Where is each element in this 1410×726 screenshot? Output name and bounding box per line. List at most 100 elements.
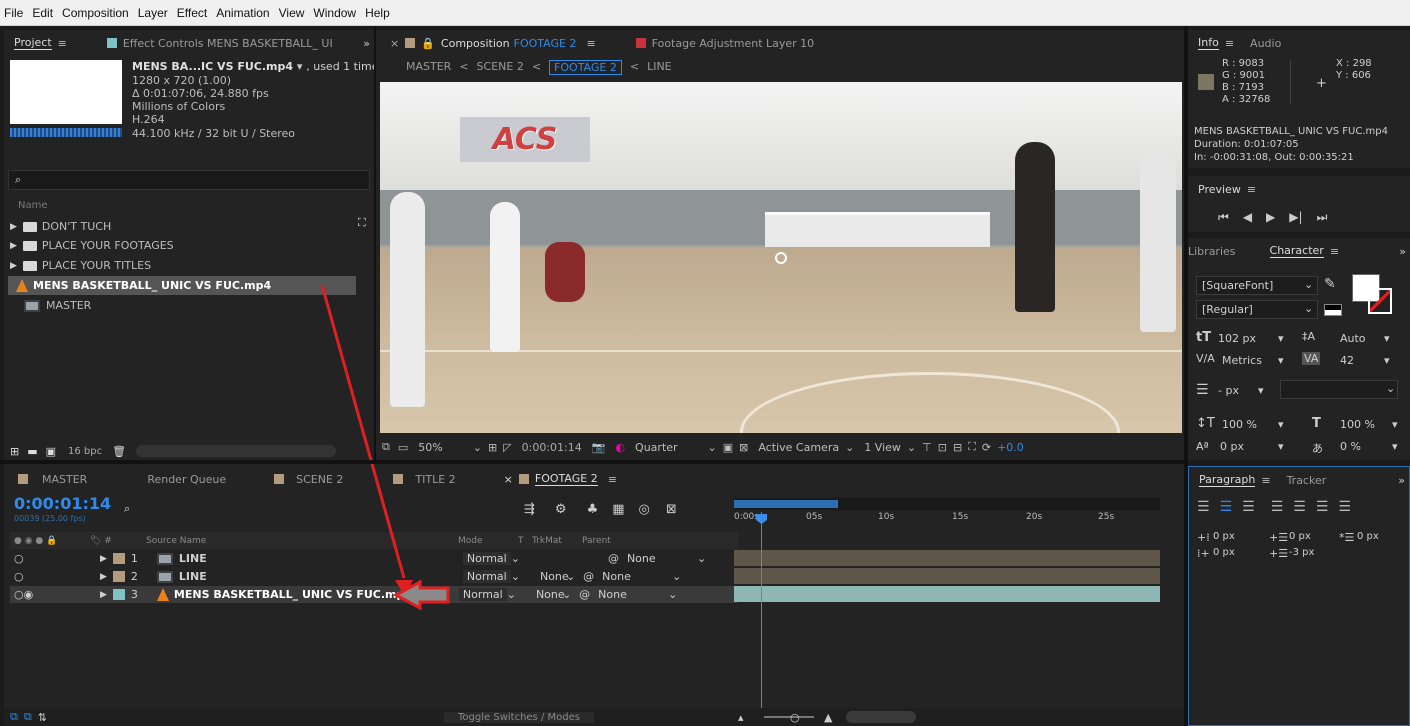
tab-render-queue[interactable]: Render Queue	[147, 473, 226, 486]
tracking-value[interactable]: 42	[1340, 354, 1354, 367]
layer-row-1[interactable]: ○ ▶ 1 LINE Normal ⌄ @ None ⌄	[10, 550, 738, 567]
work-area-range[interactable]	[734, 500, 838, 508]
default-colors-icon[interactable]	[1324, 304, 1342, 316]
panel-menu-icon[interactable]: ≡	[1247, 183, 1256, 196]
expand-arrow-icon[interactable]: ▶	[10, 222, 17, 232]
font-size-dropdown-icon[interactable]: ▾	[1278, 332, 1284, 345]
layer-bar-2[interactable]	[734, 568, 1160, 584]
menu-help[interactable]: Help	[365, 6, 390, 20]
parent-select[interactable]: None	[598, 588, 668, 601]
tab-character[interactable]: Character ≡	[1269, 244, 1339, 258]
reset-exposure-icon[interactable]: ⟳	[982, 441, 991, 454]
horizontal-scale-dropdown-icon[interactable]: ▾	[1392, 418, 1398, 431]
visibility-eye-icon[interactable]: ○	[14, 570, 90, 583]
layer-label-color[interactable]	[112, 553, 125, 564]
view-dropdown-icon[interactable]: ⌄	[907, 441, 916, 454]
fast-preview-icon[interactable]: ⊡	[938, 441, 947, 454]
parent-select[interactable]: None	[627, 552, 697, 565]
leading-dropdown-icon[interactable]: ▾	[1384, 332, 1390, 345]
viewer-timecode[interactable]: 0:00:01:14	[522, 441, 582, 454]
panel-overflow-icon[interactable]: »	[1398, 474, 1405, 487]
pickwhip-icon[interactable]: @	[583, 570, 594, 583]
kerning-value[interactable]: Metrics	[1222, 354, 1262, 367]
resolution-dropdown-icon[interactable]: ⌄	[708, 441, 717, 454]
font-size-value[interactable]: 102 px	[1218, 332, 1256, 345]
stroke-width-dropdown-icon[interactable]: ▾	[1258, 384, 1264, 397]
tab-title2[interactable]: TITLE 2	[393, 473, 456, 486]
vertical-scale-dropdown-icon[interactable]: ▾	[1278, 418, 1284, 431]
tab-libraries[interactable]: Libraries	[1188, 245, 1236, 258]
panel-overflow-icon[interactable]: »	[1399, 245, 1406, 258]
tab-paragraph[interactable]: Paragraph ≡	[1199, 473, 1271, 487]
menu-layer[interactable]: Layer	[138, 6, 168, 20]
align-right-icon[interactable]: ☰	[1242, 499, 1255, 515]
parent-dropdown-icon[interactable]: ⌄	[672, 570, 681, 583]
graph-editor-icon[interactable]: ⊠	[666, 502, 677, 517]
motion-blur-icon[interactable]: ◎	[639, 502, 650, 517]
parent-select[interactable]: None	[602, 570, 672, 583]
timeline-icon[interactable]: ⊟	[953, 441, 962, 454]
zoom-select[interactable]: 50%	[418, 441, 442, 454]
justify-center-icon[interactable]: ☰	[1293, 499, 1306, 515]
new-comp-icon[interactable]: ▣	[46, 445, 56, 458]
mode-dropdown-icon[interactable]: ⌄	[507, 588, 516, 601]
mode-dropdown-icon[interactable]: ⌄	[511, 552, 520, 565]
work-area-bar[interactable]	[734, 498, 1160, 510]
expand-arrow-icon[interactable]: ▶	[10, 241, 17, 251]
tab-master[interactable]: MASTER	[18, 473, 87, 486]
grid-icon[interactable]: ⊞	[488, 441, 497, 454]
menu-composition[interactable]: Composition	[62, 6, 129, 20]
menu-effect[interactable]: Effect	[177, 6, 207, 20]
tab-tracker[interactable]: Tracker	[1287, 474, 1327, 487]
interpret-footage-icon[interactable]: ⊞	[10, 445, 19, 458]
space-before-value[interactable]: 0 px	[1289, 531, 1311, 542]
toggle-inout-icon[interactable]: ⇅	[38, 711, 47, 724]
visibility-eye-icon[interactable]: ○	[14, 552, 90, 565]
vertical-scale-value[interactable]: 100 %	[1222, 418, 1257, 431]
trkmat-select[interactable]: None	[536, 588, 565, 601]
font-dropdown-icon[interactable]: ⌄	[1304, 278, 1313, 291]
breadcrumb-footage2[interactable]: FOOTAGE 2	[549, 60, 622, 75]
column-name-header[interactable]: Name	[18, 200, 48, 211]
menu-view[interactable]: View	[279, 6, 305, 20]
flowchart-icon[interactable]: ⛶	[968, 440, 976, 454]
expand-arrow-icon[interactable]: ▶	[100, 590, 107, 600]
zoom-slider-thumb[interactable]: ○	[790, 711, 800, 724]
menu-edit[interactable]: Edit	[32, 6, 53, 20]
shy-layers-icon[interactable]: ♣	[587, 502, 599, 517]
resolution-select[interactable]: Quarter	[635, 441, 678, 454]
justify-all-icon[interactable]: ☰	[1338, 499, 1351, 515]
expand-arrow-icon[interactable]: ▶	[100, 572, 107, 582]
exposure-value[interactable]: +0.0	[997, 441, 1024, 454]
menu-file[interactable]: File	[4, 6, 23, 20]
layer-label-color[interactable]	[112, 589, 125, 600]
horizontal-scale-value[interactable]: 100 %	[1340, 418, 1375, 431]
project-item-folder-titles[interactable]: ▶ PLACE YOUR TITLES	[10, 256, 370, 275]
stroke-style-select[interactable]	[1280, 380, 1398, 399]
snapshot-icon[interactable]: 📷	[592, 441, 606, 454]
close-tab-icon[interactable]: ×	[390, 37, 399, 50]
parent-dropdown-icon[interactable]: ⌄	[668, 588, 677, 601]
tab-footage[interactable]: Footage Adjustment Layer 10	[635, 37, 814, 50]
zoom-slider[interactable]	[764, 716, 814, 718]
stroke-color-swatch[interactable]	[1368, 288, 1392, 314]
tab-audio[interactable]: Audio	[1250, 37, 1281, 50]
tsume-dropdown-icon[interactable]: ▾	[1392, 440, 1398, 453]
layer-name[interactable]: LINE	[179, 570, 463, 583]
breadcrumb-master[interactable]: MASTER	[406, 60, 451, 75]
tab-composition[interactable]: 🔒 Composition FOOTAGE 2 ≡	[405, 37, 596, 50]
tab-effect-controls[interactable]: Effect Controls MENS BASKETBALL_ UI	[106, 37, 333, 50]
project-search-input[interactable]: ⌕	[8, 170, 370, 190]
layer-bar-3[interactable]	[734, 586, 1160, 602]
current-time-indicator[interactable]	[761, 512, 762, 726]
indent-left-value[interactable]: 0 px	[1213, 531, 1235, 542]
font-style-select[interactable]: [Regular]	[1196, 300, 1318, 319]
space-after-value[interactable]: -3 px	[1289, 547, 1314, 558]
trkmat-select[interactable]: None	[540, 570, 569, 583]
stroke-width-value[interactable]: - px	[1218, 384, 1239, 397]
stroke-style-dropdown-icon[interactable]: ⌄	[1386, 382, 1395, 395]
comp-viewer[interactable]: ACS	[380, 82, 1182, 433]
font-family-select[interactable]: [SquareFont]	[1196, 276, 1318, 295]
source-name-header[interactable]: Source Name	[146, 536, 458, 546]
panel-menu-icon[interactable]: ≡	[1225, 37, 1234, 50]
